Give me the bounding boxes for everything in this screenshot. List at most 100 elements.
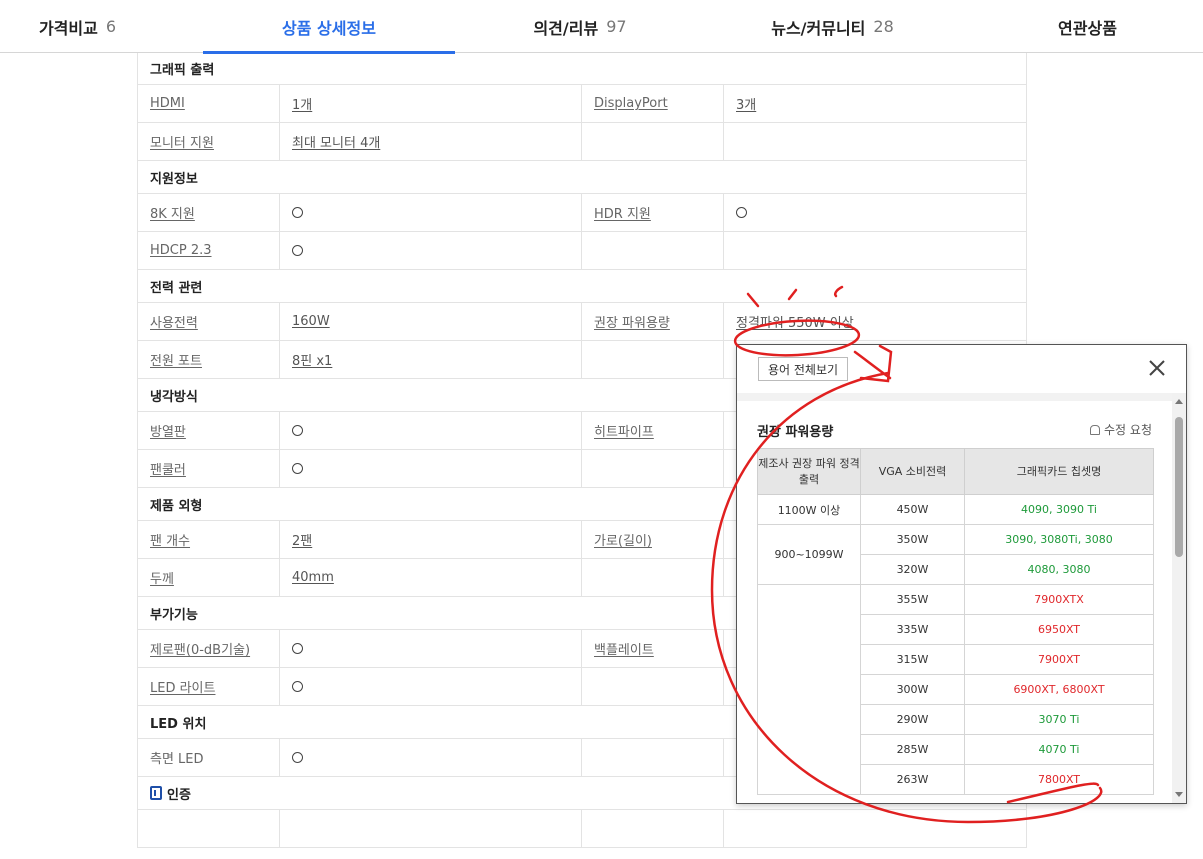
spec-value-displayport[interactable]: 3개: [736, 94, 756, 113]
spec-value-thickness[interactable]: 40mm: [292, 570, 334, 585]
tab-reviews[interactable]: 의견/리뷰 97: [455, 0, 705, 53]
supported-circle-icon: [292, 681, 303, 692]
view-all-terms-button[interactable]: 용어 전체보기: [758, 357, 849, 381]
chipset-cell: 7800XT: [964, 764, 1154, 795]
vga-power-cell: 335W: [860, 614, 965, 645]
table-row: 8K 지원 HDR 지원: [138, 194, 1026, 232]
chipset-cell: 3070 Ti: [964, 704, 1154, 735]
supported-circle-icon: [292, 425, 303, 436]
kc-mark-icon: [150, 786, 162, 800]
vga-power-cell: 355W: [860, 584, 965, 615]
table-header-row: 제조사 권장 파워 정격출력 VGA 소비전력 그래픽카드 칩셋명: [757, 448, 1154, 495]
supported-circle-icon: [292, 207, 303, 218]
spec-label-length[interactable]: 가로(길이): [594, 530, 652, 549]
popup-content: 권장 파워용량 수정 요청 제조사 권장 파워 정격출력 VGA 소비전력 그래…: [737, 393, 1172, 803]
spec-value-hdmi[interactable]: 1개: [292, 94, 312, 113]
table-row: 1100W 이상 450W 4090, 3090 Ti: [757, 494, 1154, 525]
spec-label-power-port[interactable]: 전원 포트: [150, 350, 202, 369]
psu-group-cell-clipped: [757, 584, 861, 795]
vga-power-cell: 320W: [860, 554, 965, 585]
col-header-chipset: 그래픽카드 칩셋명: [964, 448, 1154, 495]
vga-power-cell: 263W: [860, 764, 965, 795]
spec-value-monitor[interactable]: 최대 모니터 4개: [292, 132, 380, 151]
tab-label: 상품 상세정보: [282, 18, 376, 38]
section-title: 인증: [167, 787, 191, 803]
col-header-vga-power: VGA 소비전력: [860, 448, 965, 495]
chipset-cell: 4090, 3090 Ti: [964, 494, 1154, 525]
chipset-cell: 4080, 3080: [964, 554, 1154, 585]
spec-label-side-led: 측면 LED: [150, 752, 204, 767]
scroll-thumb[interactable]: [1175, 417, 1183, 557]
chipset-cell: 7900XTX: [964, 584, 1154, 615]
spec-label-displayport[interactable]: DisplayPort: [594, 96, 668, 111]
spec-label-zero-fan[interactable]: 제로팬(0-dB기술): [150, 639, 250, 658]
vga-power-cell: 450W: [860, 494, 965, 525]
edit-request-link[interactable]: 수정 요청: [1090, 421, 1152, 438]
tab-product-details[interactable]: 상품 상세정보: [203, 0, 455, 54]
table-row: 355W 7900XTX: [757, 584, 1154, 795]
tab-count: 28: [873, 17, 894, 36]
table-row: 모니터 지원 최대 모니터 4개: [138, 123, 1026, 161]
chipset-cell: 6900XT, 6800XT: [964, 674, 1154, 705]
vga-power-cell: 315W: [860, 644, 965, 675]
spec-label-fan-count[interactable]: 팬 개수: [150, 530, 190, 549]
tab-related-products[interactable]: 연관상품: [960, 0, 1203, 53]
spec-value-recommended-psu[interactable]: 정격파워 550W 이상: [736, 312, 854, 331]
spec-label-thickness[interactable]: 두께: [150, 568, 174, 587]
spec-label-monitor[interactable]: 모니터 지원: [150, 132, 214, 151]
spec-value-power-port[interactable]: 8핀 x1: [292, 350, 332, 369]
close-icon[interactable]: [1146, 357, 1168, 379]
tab-label: 의견/리뷰: [533, 18, 599, 38]
product-tab-bar: 가격비교 6 상품 상세정보 의견/리뷰 97 뉴스/커뮤니티 28 연관상품: [0, 0, 1203, 54]
tab-label: 연관상품: [1058, 18, 1117, 38]
supported-circle-icon: [292, 245, 303, 256]
vga-power-cell: 290W: [860, 704, 965, 735]
bell-icon: [1090, 424, 1101, 435]
popup-title: 권장 파워용량: [757, 425, 834, 440]
scroll-up-icon[interactable]: [1175, 399, 1183, 404]
spec-label-led-light[interactable]: LED 라이트: [150, 677, 215, 696]
spec-label-fan-cooler[interactable]: 팬쿨러: [150, 459, 186, 478]
spec-label-hdr[interactable]: HDR 지원: [594, 203, 651, 222]
chipset-cell: 4070 Ti: [964, 734, 1154, 765]
tab-label: 가격비교: [38, 18, 98, 38]
vga-power-cell: 350W: [860, 524, 965, 555]
supported-circle-icon: [292, 463, 303, 474]
section-power: 전력 관련: [138, 270, 1026, 303]
table-row: HDMI 1개 DisplayPort 3개: [138, 85, 1026, 123]
section-support-info: 지원정보: [138, 161, 1026, 194]
chipset-cell: 6950XT: [964, 614, 1154, 645]
spec-label-power-usage[interactable]: 사용전력: [150, 312, 198, 331]
spec-label-hdmi[interactable]: HDMI: [150, 96, 185, 111]
scroll-down-icon[interactable]: [1175, 792, 1183, 797]
table-row: [138, 810, 1026, 848]
spec-label-heatsink[interactable]: 방열판: [150, 421, 186, 440]
tab-price-compare[interactable]: 가격비교 6: [0, 0, 155, 53]
popup-scrollbar[interactable]: [1172, 393, 1186, 803]
spec-label-heatpipe[interactable]: 히트파이프: [594, 421, 654, 440]
divider-band: [737, 393, 1172, 401]
tab-label: 뉴스/커뮤니티: [771, 18, 866, 38]
psu-group-cell: 900~1099W: [757, 524, 861, 585]
tab-count: 6: [105, 17, 117, 36]
chipset-cell: 3090, 3080Ti, 3080: [964, 524, 1154, 555]
supported-circle-icon: [292, 752, 303, 763]
vga-power-cell: 300W: [860, 674, 965, 705]
spec-label-8k[interactable]: 8K 지원: [150, 203, 195, 222]
psu-recommendation-table: 제조사 권장 파워 정격출력 VGA 소비전력 그래픽카드 칩셋명 1100W …: [757, 448, 1154, 795]
term-popup: 용어 전체보기 권장 파워용량 수정 요청 제조사 권장 파워 정격출력 VGA…: [736, 344, 1187, 804]
psu-group-cell: 1100W 이상: [757, 494, 861, 525]
tab-news-community[interactable]: 뉴스/커뮤니티 28: [705, 0, 960, 53]
popup-header: 용어 전체보기: [737, 345, 1186, 393]
supported-circle-icon: [736, 207, 747, 218]
spec-label-backplate[interactable]: 백플레이트: [594, 639, 654, 658]
spec-label-recommended-psu[interactable]: 권장 파워용량: [594, 312, 670, 331]
table-row: 사용전력 160W 권장 파워용량 정격파워 550W 이상: [138, 303, 1026, 341]
spec-label-hdcp[interactable]: HDCP 2.3: [150, 243, 212, 258]
spec-value-power-usage[interactable]: 160W: [292, 314, 330, 329]
spec-value-fan-count[interactable]: 2팬: [292, 530, 312, 549]
section-graphic-output: 그래픽 출력: [138, 53, 1026, 85]
table-row: 900~1099W 350W 3090, 3080Ti, 3080: [757, 524, 1154, 585]
chipset-cell: 7900XT: [964, 644, 1154, 675]
edit-request-label: 수정 요청: [1104, 423, 1152, 437]
